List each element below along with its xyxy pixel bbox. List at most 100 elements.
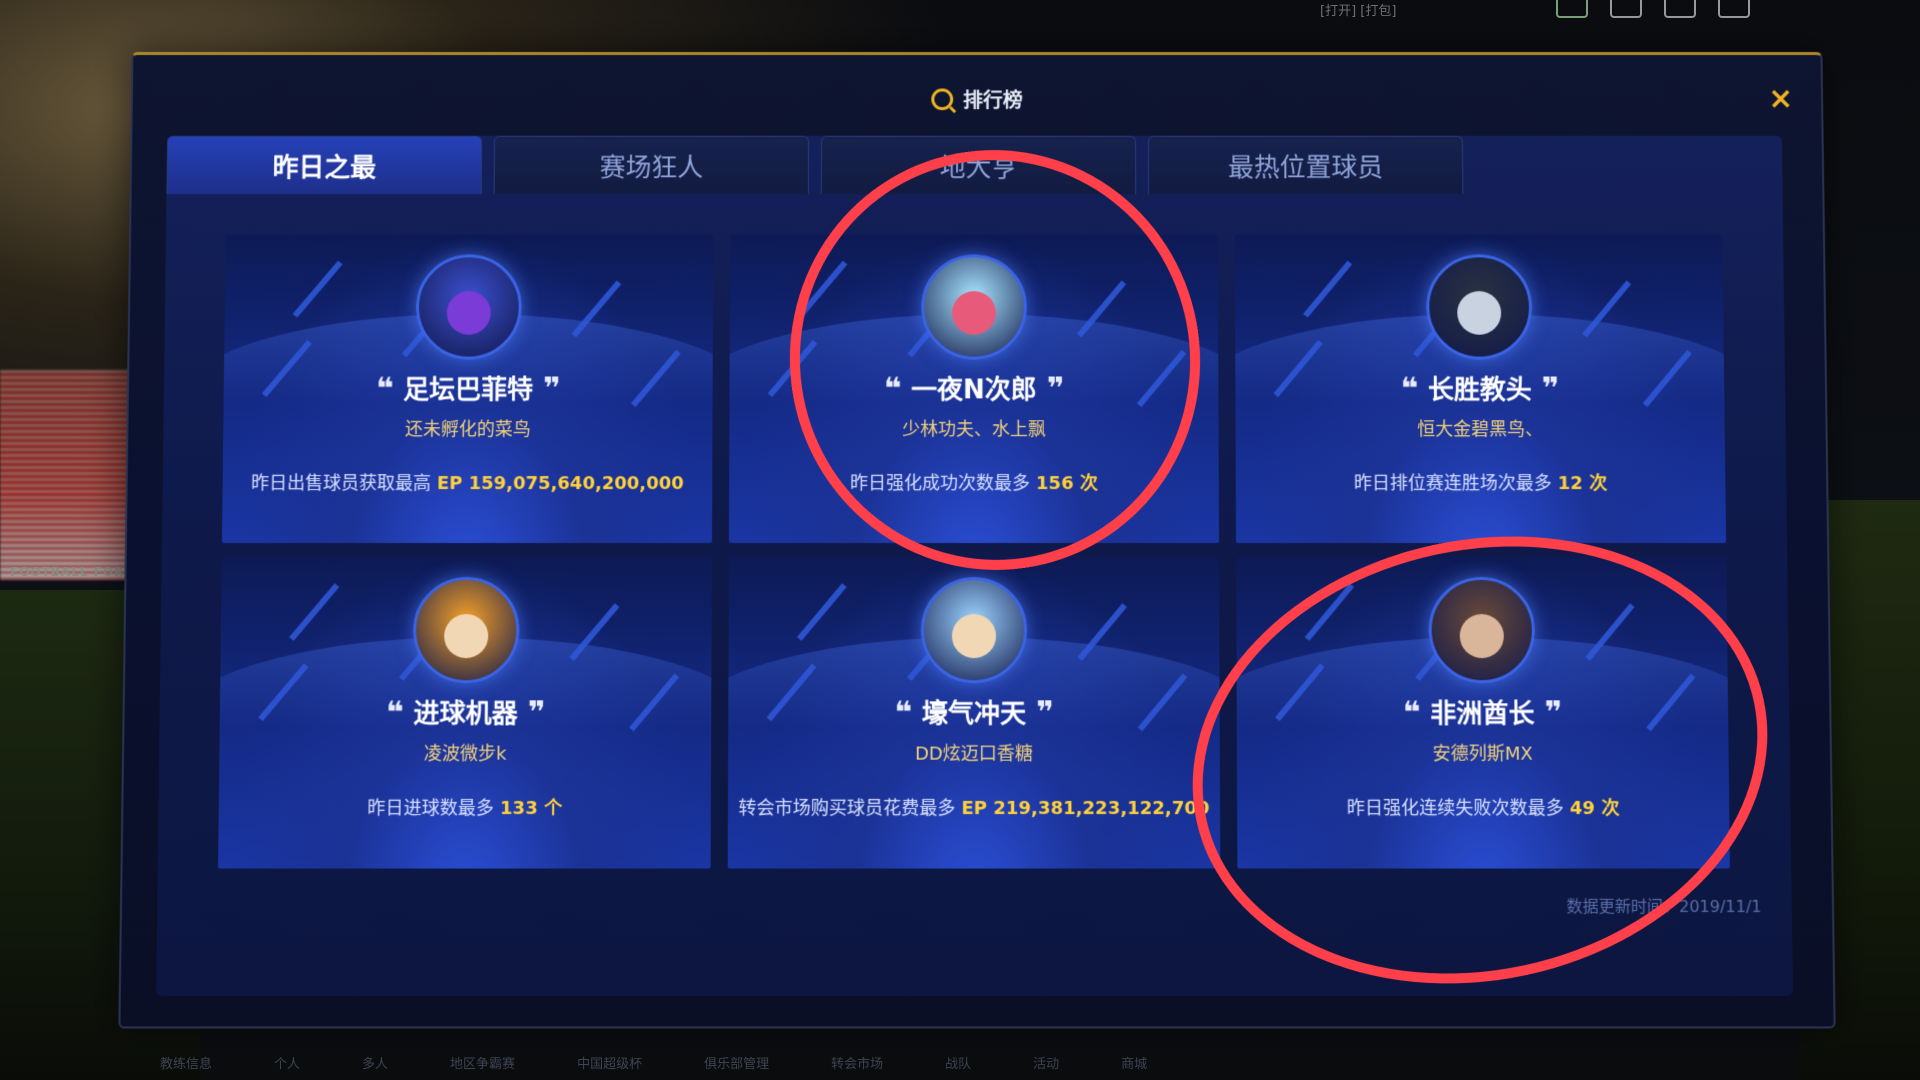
avatar-face-icon (1459, 614, 1505, 659)
card-decoration-stripe (1585, 603, 1635, 661)
award-title-text: 非洲酋长 (1430, 699, 1535, 730)
avatar-face-icon (951, 614, 997, 659)
card-decoration-stripe (1076, 280, 1127, 338)
check-icon[interactable] (1664, 0, 1696, 18)
award-stat-label: 昨日出售球员获取最高 (250, 473, 432, 495)
leaderboard-modal: 排行榜 × 昨日之最 赛场狂人 地大亨 最热位置球员 ❝ 足坛巴菲特 ❞ 还未孵化的菜… (118, 52, 1836, 1029)
bottom-nav-item[interactable]: 教练信息 (160, 1053, 212, 1072)
award-stat-value: EP 219,381,223,122,700 (961, 797, 1210, 820)
award-title-text: 足坛巴菲特 (403, 375, 534, 406)
bottom-nav: 教练信息 个人 多人 地区争霸赛 中国超级杯 俱乐部管理 转会市场 战队 活动 … (160, 1053, 1147, 1072)
award-stat: 转会市场购买球员花费最多 EP 219,381,223,122,700 (728, 794, 1220, 820)
modal-title: 排行榜 (963, 88, 1023, 113)
award-stat-label: 转会市场购买球员花费最多 (738, 797, 956, 820)
award-title: ❝ 足坛巴菲特 ❞ (224, 370, 713, 407)
quote-close-icon: ❞ (542, 371, 561, 407)
player-name[interactable]: 恒大金碧黑鸟、 (1236, 415, 1725, 441)
award-title: ❝ 一夜N次郎 ❞ (730, 370, 1219, 407)
award-title-text: 进球机器 (413, 699, 518, 730)
card-decoration-stripe (289, 583, 340, 641)
award-stat: 昨日强化成功次数最多 156 次 (729, 469, 1219, 495)
award-card-grid: ❝ 足坛巴菲特 ❞ 还未孵化的菜鸟 昨日出售球员获取最高 EP 159,075,640,2… (218, 234, 1731, 869)
data-update-time: 数据更新时间：2019/11/1 (1566, 896, 1762, 917)
bottom-nav-item[interactable]: 活动 (1033, 1053, 1059, 1072)
award-stat-value: EP 159,075,640,200,000 (436, 473, 684, 495)
quote-close-icon: ❞ (1046, 371, 1065, 407)
quote-close-icon: ❞ (1541, 371, 1560, 407)
award-card[interactable]: ❝ 一夜N次郎 ❞ 少林功夫、水上飘 昨日强化成功次数最多 156 次 (728, 234, 1220, 543)
player-name[interactable]: DD炫迈口香糖 (728, 740, 1220, 766)
tab-tycoon[interactable]: 地大亨 (820, 135, 1137, 195)
award-title: ❝ 壕气冲天 ❞ (728, 693, 1220, 730)
mail-icon[interactable] (1556, 0, 1588, 18)
award-stat-value: 49 次 (1569, 797, 1620, 820)
bottom-nav-item[interactable]: 转会市场 (831, 1053, 883, 1072)
bottom-nav-item[interactable]: 战队 (945, 1053, 971, 1072)
award-title-text: 一夜N次郎 (911, 375, 1037, 406)
search-icon (931, 87, 954, 110)
avatar-face-icon (446, 291, 491, 335)
card-decoration-stripe (571, 280, 622, 338)
tab-hottest-position-players[interactable]: 最热位置球员 (1147, 135, 1464, 195)
leaderboard-panel: 昨日之最 赛场狂人 地大亨 最热位置球员 ❝ 足坛巴菲特 ❞ 还未孵化的菜鸟 昨日出售球… (156, 135, 1793, 997)
award-title-text: 壕气冲天 (921, 699, 1027, 730)
award-stat-value: 156 次 (1036, 473, 1098, 495)
award-stat-label: 昨日进球数最多 (367, 797, 495, 820)
tab-bar: 昨日之最 赛场狂人 地大亨 最热位置球员 (166, 135, 1464, 195)
quote-open-icon: ❝ (1402, 695, 1421, 731)
award-stat: 昨日强化连续失败次数最多 49 次 (1237, 794, 1729, 820)
award-title: ❝ 进球机器 ❞ (220, 693, 712, 730)
top-status-icons (1556, 0, 1750, 18)
award-title: ❝ 长胜教头 ❞ (1235, 370, 1724, 407)
card-decoration-stripe (1303, 260, 1353, 318)
player-name[interactable]: 安德列斯MX (1237, 740, 1729, 766)
card-decoration-stripe (796, 583, 847, 641)
quote-open-icon: ❝ (883, 371, 902, 407)
card-decoration-stripe (569, 603, 620, 661)
player-name[interactable]: 还未孵化的菜鸟 (223, 415, 712, 441)
player-avatar[interactable] (920, 577, 1028, 684)
close-button[interactable]: × (1768, 82, 1793, 116)
award-stat: 昨日进球数最多 133 个 (219, 794, 711, 820)
player-avatar[interactable] (1428, 577, 1536, 684)
award-card[interactable]: ❝ 长胜教头 ❞ 恒大金碧黑鸟、 昨日排位赛连胜场次最多 12 次 (1234, 234, 1727, 543)
award-title-text: 长胜教头 (1427, 375, 1532, 406)
avatar-face-icon (443, 614, 489, 659)
tab-yesterday-best[interactable]: 昨日之最 (166, 135, 483, 195)
award-stat-label: 昨日强化连续失败次数最多 (1346, 797, 1564, 820)
quote-open-icon: ❝ (375, 371, 394, 407)
award-stat-value: 12 次 (1557, 473, 1608, 495)
player-avatar[interactable] (412, 577, 520, 684)
player-avatar[interactable] (921, 254, 1027, 360)
card-decoration-stripe (292, 260, 343, 318)
award-card[interactable]: ❝ 进球机器 ❞ 凌波微步k 昨日进球数最多 133 个 (218, 556, 712, 869)
award-title: ❝ 非洲酋长 ❞ (1237, 693, 1729, 730)
award-stat: 昨日出售球员获取最高 EP 159,075,640,200,000 (222, 469, 712, 495)
bottom-nav-item[interactable]: 中国超级杯 (577, 1053, 642, 1072)
bottom-nav-item[interactable]: 商城 (1121, 1053, 1147, 1072)
award-card[interactable]: ❝ 足坛巴菲特 ❞ 还未孵化的菜鸟 昨日出售球员获取最高 EP 159,075,640,2… (221, 234, 714, 543)
award-stat-label: 昨日强化成功次数最多 (850, 473, 1031, 495)
tab-match-maniac[interactable]: 赛场狂人 (493, 135, 810, 195)
player-avatar[interactable] (415, 254, 523, 360)
card-decoration-stripe (1582, 280, 1632, 338)
player-name[interactable]: 少林功夫、水上飘 (729, 415, 1218, 441)
player-avatar[interactable] (1425, 254, 1533, 360)
card-icon[interactable] (1610, 0, 1642, 18)
bottom-nav-item[interactable]: 地区争霸赛 (450, 1053, 515, 1072)
quote-close-icon: ❞ (527, 695, 546, 731)
award-stat-value: 133 个 (499, 797, 563, 820)
card-decoration-stripe (1077, 603, 1127, 661)
award-card[interactable]: ❝ 非洲酋长 ❞ 安德列斯MX 昨日强化连续失败次数最多 49 次 (1236, 556, 1730, 869)
bottom-nav-item[interactable]: 个人 (274, 1053, 300, 1072)
bottom-nav-item[interactable]: 多人 (362, 1053, 388, 1072)
player-name[interactable]: 凌波微步k (219, 740, 711, 766)
quote-open-icon: ❝ (894, 695, 912, 731)
screen-photo: FOOTBALL FOR HOPE [打开] [打包] 排行榜 × 昨日之最 赛… (0, 0, 1920, 1080)
award-card[interactable]: ❝ 壕气冲天 ❞ DD炫迈口香糖 转会市场购买球员花费最多 EP 219,381,223,… (727, 556, 1221, 869)
bottom-nav-item[interactable]: 俱乐部管理 (704, 1053, 769, 1072)
card-decoration-stripe (1304, 583, 1355, 641)
avatar-face-icon (952, 291, 996, 335)
quote-close-icon: ❞ (1544, 695, 1563, 731)
user-icon[interactable] (1718, 0, 1750, 18)
